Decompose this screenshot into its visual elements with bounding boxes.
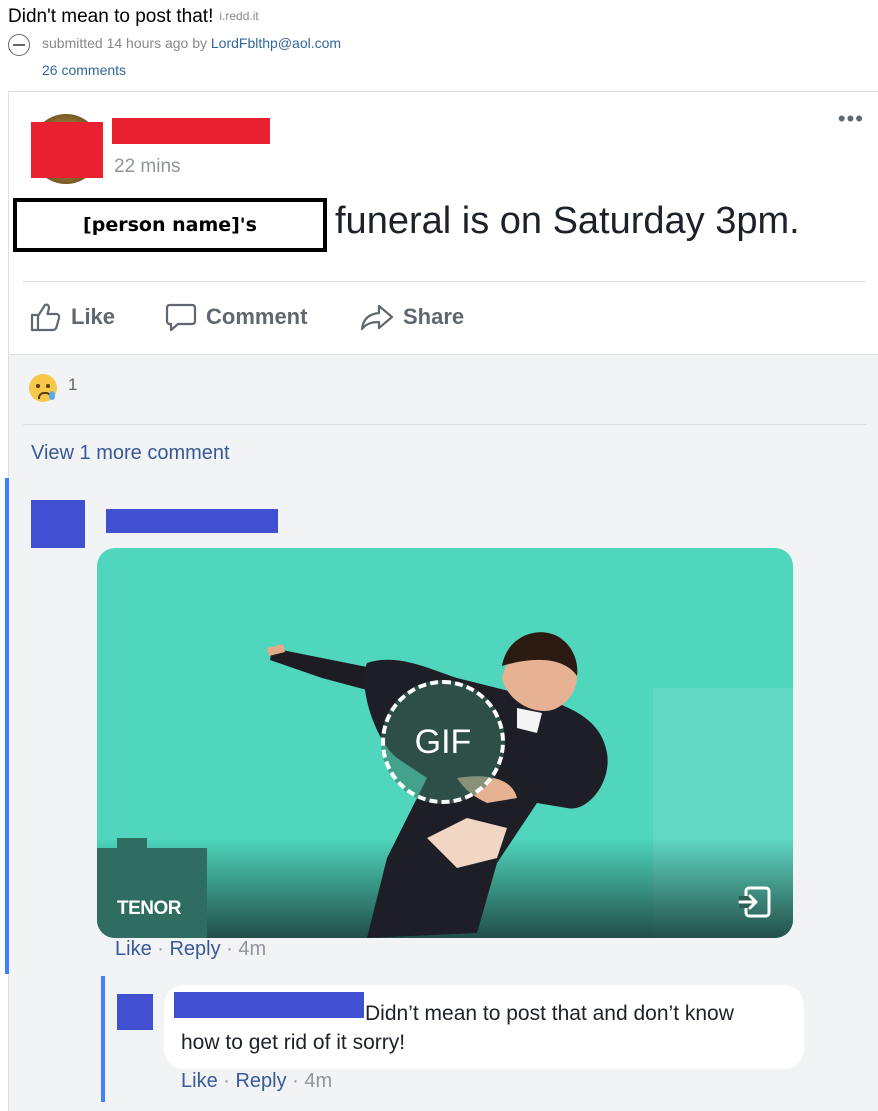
- post-timestamp[interactable]: 22 mins: [114, 156, 181, 178]
- post-title[interactable]: Didn't mean to post that! i.redd.it: [8, 6, 259, 28]
- tenor-logo: TENOR: [117, 898, 182, 919]
- share-arrow-icon: [360, 304, 394, 331]
- reply-comment-time[interactable]: 4m: [304, 1070, 332, 1092]
- separator: ·: [151, 938, 170, 960]
- gif-attachment[interactable]: GIF TENOR: [97, 548, 793, 938]
- reply-reply-link[interactable]: Reply: [235, 1070, 286, 1092]
- comment-button[interactable]: Comment: [164, 302, 307, 332]
- reply-text-line-2: how to get rid of it sorry!: [181, 1031, 406, 1054]
- submission-info: submitted 14 hours ago by LordFblthp@aol…: [42, 35, 341, 51]
- like-button[interactable]: Like: [29, 302, 115, 332]
- reply-like-link[interactable]: Like: [181, 1070, 218, 1092]
- comment-label: Comment: [206, 304, 308, 329]
- share-label: Share: [403, 304, 465, 329]
- commenter-avatar-redaction: [31, 500, 85, 548]
- collapse-icon[interactable]: [8, 34, 30, 56]
- gif-comment-meta: Like · Reply · 4m: [115, 938, 266, 961]
- separator: ·: [286, 1070, 305, 1092]
- divider: [23, 424, 866, 425]
- commenter-name-redaction: [106, 509, 278, 533]
- author-link[interactable]: LordFblthp@aol.com: [211, 35, 341, 51]
- separator: ·: [217, 1070, 236, 1092]
- separator: ·: [220, 938, 239, 960]
- post-domain[interactable]: i.redd.it: [219, 9, 258, 23]
- gif-comment-time[interactable]: 4m: [238, 938, 266, 960]
- tear-icon: [49, 391, 55, 400]
- reply-comment-meta: Like · Reply · 4m: [181, 1070, 332, 1093]
- comments-link[interactable]: 26 comments: [42, 62, 126, 78]
- open-external-icon[interactable]: [737, 884, 773, 920]
- gif-comment-reply-link[interactable]: Reply: [169, 938, 220, 960]
- person-name-placeholder: [person name]'s: [13, 198, 327, 252]
- ellipsis-icon[interactable]: •••: [838, 108, 864, 130]
- reply-text: Didn’t mean to post that and don’t know …: [181, 999, 791, 1057]
- post-text: funeral is on Saturday 3pm.: [335, 200, 800, 242]
- facebook-post-screenshot: 22 mins ••• [person name]'s funeral is o…: [5, 91, 878, 1111]
- share-button[interactable]: Share: [359, 302, 464, 332]
- submitted-prefix: submitted 14 hours ago by: [42, 35, 211, 51]
- replier-avatar-redaction: [117, 994, 153, 1030]
- gif-comment-like-link[interactable]: Like: [115, 938, 152, 960]
- reply-text-line-1: Didn’t mean to post that and don’t know: [365, 1002, 734, 1025]
- thread-indicator: [5, 478, 9, 974]
- poster-name-redaction: [112, 118, 270, 144]
- like-label: Like: [71, 304, 116, 329]
- post-title-text[interactable]: Didn't mean to post that!: [8, 6, 213, 27]
- avatar-redaction: [31, 122, 103, 178]
- divider: [23, 281, 866, 282]
- thumbs-up-icon: [30, 303, 61, 332]
- gif-label: GIF: [414, 722, 472, 761]
- reaction-count[interactable]: 1: [68, 375, 77, 395]
- comment-icon: [165, 303, 197, 332]
- view-more-comments-link[interactable]: View 1 more comment: [31, 442, 230, 465]
- reply-thread-indicator: [101, 976, 105, 1102]
